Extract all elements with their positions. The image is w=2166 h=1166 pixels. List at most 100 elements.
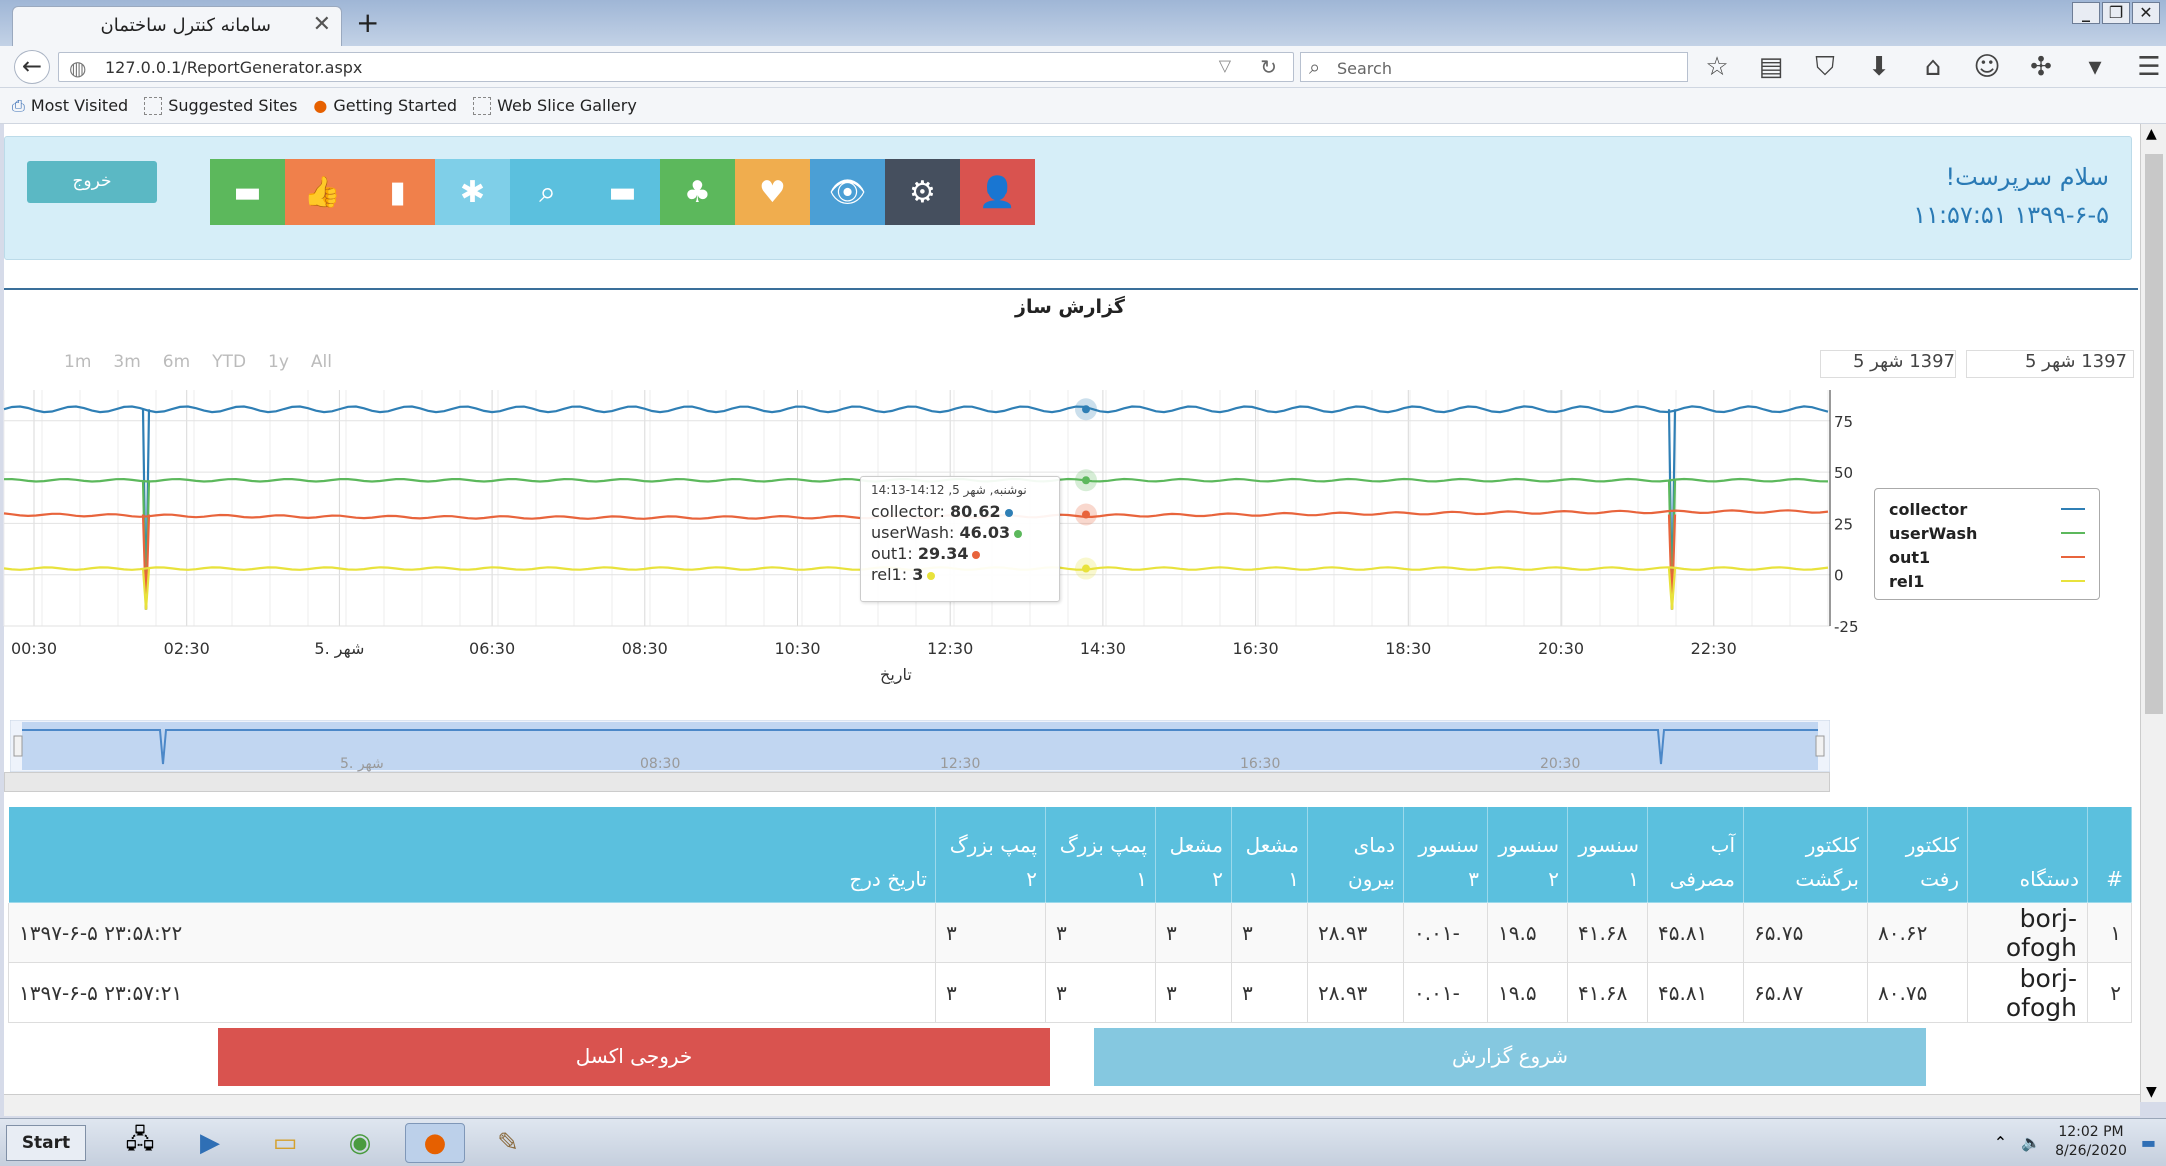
bookmark-suggested-sites[interactable]: Suggested Sites [144,96,297,115]
star-icon[interactable]: ☆ [1700,52,1734,83]
export-excel-button[interactable]: خروجی اکسل [218,1028,1050,1086]
pocket-icon[interactable]: ⛉ [1808,52,1842,83]
reload-icon[interactable]: ↻ [1260,55,1277,79]
table-header-col-index[interactable]: # [2087,806,2132,903]
heartbeat-icon[interactable]: ♥ [735,159,810,225]
scroll-thumb[interactable] [2145,154,2163,714]
table-header-col-sensor-3[interactable]: سنسور ۳ [1403,806,1488,903]
menu-icon[interactable]: ☰ [2132,52,2166,83]
range-1y-button[interactable]: 1y [268,352,289,372]
table-row[interactable]: ۲ borj-ofogh ۸۰.۷۵ ۶۵.۸۷ ۴۵.۸۱ ۴۱.۶۸ ۱۹.۵ -۰.۰۱… [8,962,2132,1023]
url-bar[interactable]: ◍ 127.0.0.1/ReportGenerator.aspx ▽ ↻ [58,52,1294,82]
paint-icon[interactable]: ✎ [478,1123,538,1163]
download-icon[interactable]: ⬇ [1862,52,1896,83]
bookmark-getting-started[interactable]: ● Getting Started [313,96,457,115]
start-report-button[interactable]: شروع گزارش [1094,1028,1926,1086]
home-icon[interactable]: ⌂ [1916,52,1950,83]
snowflake-icon[interactable]: ✱ [435,159,510,225]
legend-item-rel1[interactable]: rel1 [1889,569,2085,593]
legend-item-userwash[interactable]: userWash [1889,521,2085,545]
range-1m-button[interactable]: 1m [64,352,91,372]
tooltip-row-userwash: userWash: 46.03 [871,522,1049,543]
x-tick-label: 10:30 [774,639,820,658]
navigator-tick-label: 08:30 [640,756,680,772]
printer-icon[interactable]: ▬ [585,159,660,225]
powershell-icon[interactable]: ▶ [180,1123,240,1163]
table-header-col-collector-supply[interactable]: کلکتور رفت [1867,806,1968,903]
back-button[interactable]: ← [14,50,50,84]
table-header-col-pump-1[interactable]: پمپ بزرگ ۱ [1045,806,1156,903]
bookmark-web-slice-gallery[interactable]: Web Slice Gallery [473,96,637,115]
navigator-scrollbar[interactable] [4,772,1830,792]
date-to-input[interactable]: 1397 شهر 5 [1966,350,2134,378]
browser-tab[interactable]: سامانه کنترل ساختمان ✕ [12,6,342,46]
horizontal-scrollbar[interactable] [4,1094,2140,1116]
table-header-col-sensor-1[interactable]: سنسور ۱ [1567,806,1648,903]
file-explorer-icon[interactable]: ▭ [255,1123,315,1163]
search-icon[interactable]: ⌕ [510,159,585,225]
date-from-input[interactable]: 1397 شهر 5 [1820,350,1956,378]
table-header-col-pump-2[interactable]: پمپ بزرگ ۲ [935,806,1046,903]
volume-icon[interactable]: 🔈 [2021,1133,2041,1152]
bar-chart-icon[interactable]: ▮ [360,159,435,225]
scroll-up-arrow[interactable]: ▲ [2146,126,2157,142]
table-cell: ۲۸.۹۳ [1307,902,1404,963]
range-ytd-button[interactable]: YTD [212,352,246,372]
table-header-col-sensor-2[interactable]: سنسور ۲ [1487,806,1568,903]
chevron-down-icon[interactable]: ▾ [2078,52,2112,83]
chat-icon[interactable]: ☺ [1970,52,2004,83]
reading-list-icon[interactable]: ▤ [1754,52,1788,83]
page-title: گزارش ساز [1015,296,1125,318]
gear-icon[interactable]: ⚙ [885,159,960,225]
range-all-button[interactable]: All [311,352,332,372]
logout-button[interactable]: خروج [27,161,157,203]
table-cell: ۱۹.۵ [1487,902,1568,963]
start-button[interactable]: Start [6,1125,86,1161]
range-6m-button[interactable]: 6m [163,352,190,372]
table-header-col-collector-return[interactable]: کلکتور برگشت [1743,806,1868,903]
clock[interactable]: 12:02 PM 8/26/2020 [2055,1123,2127,1161]
close-icon[interactable]: ✕ [313,12,331,37]
user-icon[interactable]: 👤 [960,159,1035,225]
legend-item-collector[interactable]: collector [1889,497,2085,521]
table-cell: ۴۵.۸۱ [1647,962,1744,1023]
table-header-col-burner-2[interactable]: مشعل ۲ [1155,806,1232,903]
show-desktop-icon[interactable]: ▬ [2141,1133,2156,1152]
thumbs-up-icon[interactable]: 👍 [285,159,360,225]
firefox-icon[interactable]: ● [405,1123,465,1163]
table-cell: ۴۱.۶۸ [1567,902,1648,963]
table-header-col-burner-1[interactable]: مشعل ۱ [1231,806,1308,903]
minimize-button[interactable]: _ [2072,2,2100,24]
close-window-button[interactable]: ✕ [2132,2,2160,24]
legend-item-out1[interactable]: out1 [1889,545,2085,569]
extension-icon[interactable]: ✣ [2024,52,2058,83]
printer-icon[interactable]: ▬ [210,159,285,225]
table-header-col-outside-temp[interactable]: دمای بیرون [1307,806,1404,903]
range-3m-button[interactable]: 3m [113,352,140,372]
bookmark-icon [473,96,492,115]
vertical-scrollbar[interactable]: ▲ ▼ [2140,124,2166,1102]
table-row[interactable]: ۱ borj-ofogh ۸۰.۶۲ ۶۵.۷۵ ۴۵.۸۱ ۴۱.۶۸ ۱۹.۵ -۰.۰۱… [8,902,2132,963]
line-chart[interactable]: 00:30 02:30 5. شهر 06:30 08:30 10:30 12:30 14:3… [0,390,2140,690]
sitemap-icon[interactable]: ♣ [660,159,735,225]
new-tab-button[interactable]: + [356,6,379,39]
dropdown-icon[interactable]: ▽ [1219,56,1231,75]
search-input[interactable]: ⌕ Search [1300,52,1688,82]
scroll-down-arrow[interactable]: ▼ [2146,1084,2157,1100]
chevron-up-icon[interactable]: ⌃ [1994,1133,2007,1152]
nav-bar: ← ◍ 127.0.0.1/ReportGenerator.aspx ▽ ↻ ⌕… [0,46,2166,88]
table-header-col-insert-date[interactable]: تاریخ درج [8,806,936,903]
x-tick-label: 14:30 [1080,639,1126,658]
taskbar: Start 🖧 ▶ ▭ ◉ ● ✎ ⌃ 🔈 12:02 PM 8/26/2020… [0,1118,2166,1166]
x-tick-label: 18:30 [1385,639,1431,658]
table-cell: ۳ [1231,962,1308,1023]
table-cell: ۳ [1045,902,1156,963]
table-cell: ۲۸.۹۳ [1307,962,1404,1023]
table-header-col-water-usage[interactable]: آب مصرفی [1647,806,1744,903]
eye-icon[interactable]: 👁 [810,159,885,225]
chrome-icon[interactable]: ◉ [330,1123,390,1163]
table-header-col-device[interactable]: دستگاه [1967,806,2088,903]
network-icon[interactable]: 🖧 [110,1123,170,1163]
restore-button[interactable]: ❐ [2102,2,2130,24]
bookmark-most-visited[interactable]: ⎙ Most Visited [12,96,128,116]
